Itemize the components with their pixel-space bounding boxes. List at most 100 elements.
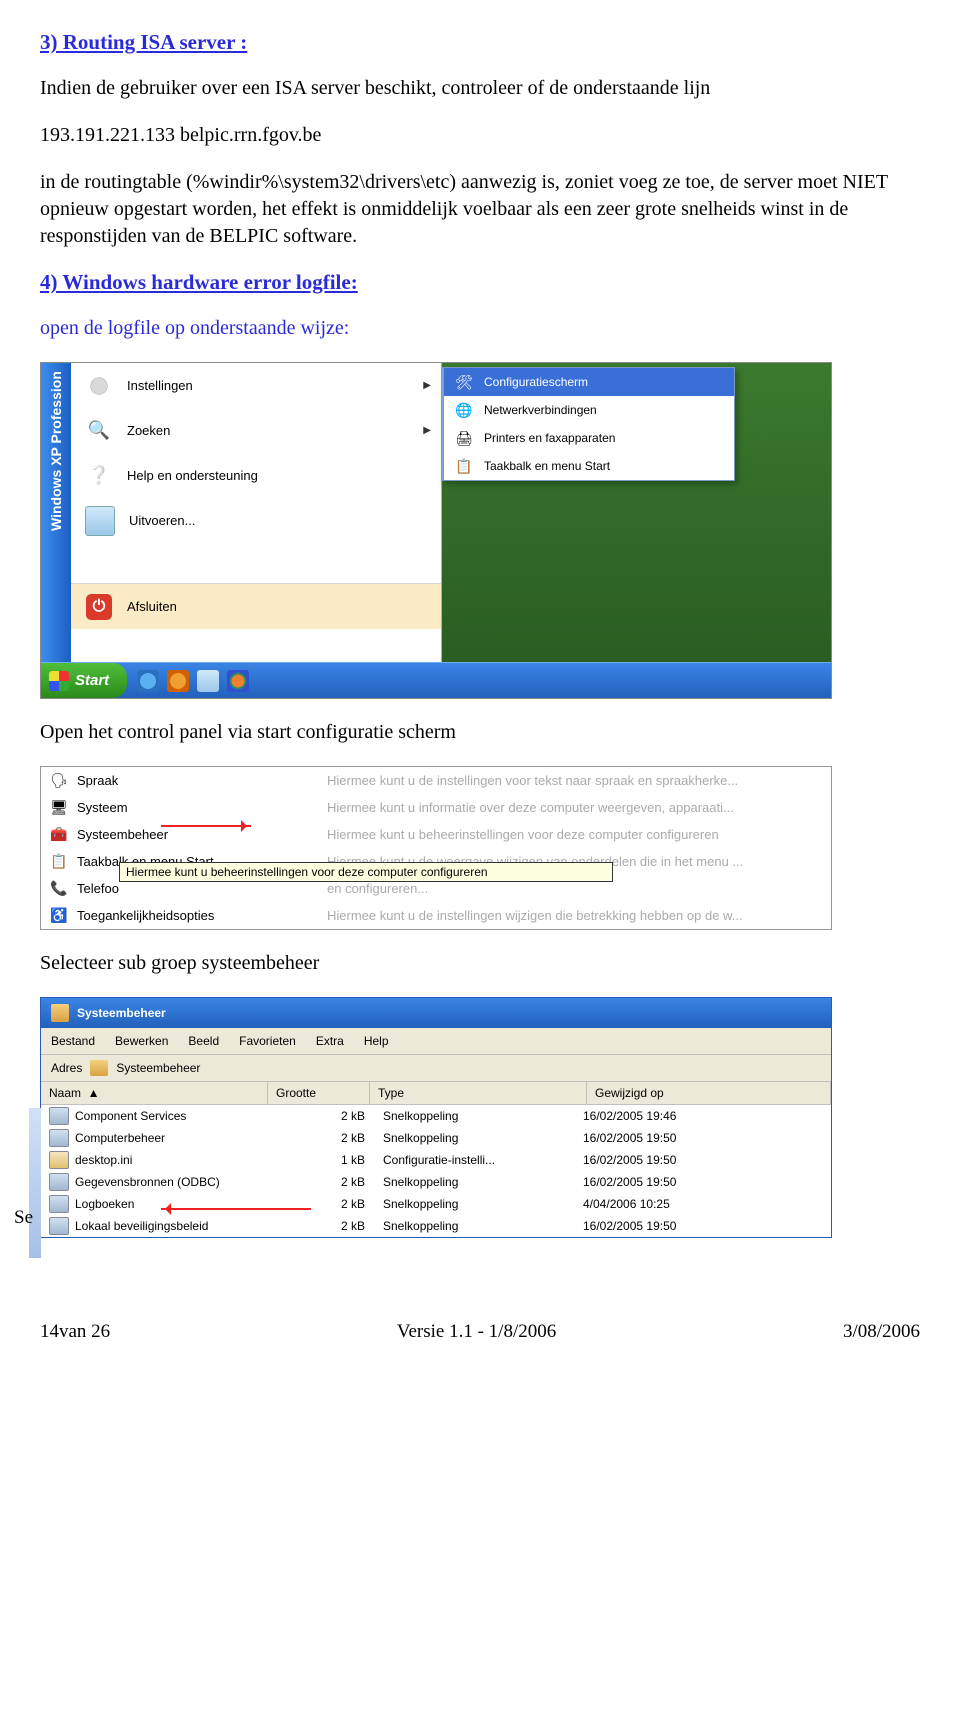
submenu-item[interactable]: 🖨 Printers en faxapparaten [444,424,734,452]
file-size: 2 kB [280,1109,383,1123]
startmenu-item-label: Uitvoeren... [129,513,195,528]
col-date[interactable]: Gewijzigd op [587,1082,831,1104]
start-button-label: Start [75,672,109,689]
address-bar: Adres Systeembeheer [41,1055,831,1082]
menu-item[interactable]: Beeld [188,1034,219,1048]
menu-item[interactable]: Bewerken [115,1034,168,1048]
submenu-item[interactable]: 🛠 Configuratiescherm [444,368,734,396]
start-menu-panel: Instellingen ▶ 🔍 Zoeken ▶ ❔ Help en onde… [71,363,442,663]
help-icon: ❔ [85,462,113,490]
submenu-item[interactable]: 🌐 Netwerkverbindingen [444,396,734,424]
file-type: Configuratie-instelli... [383,1153,583,1167]
col-type[interactable]: Type [370,1082,587,1104]
quick-launch [137,670,249,692]
ie-icon[interactable] [137,670,159,692]
file-name: desktop.ini [75,1153,280,1167]
menu-item[interactable]: Bestand [51,1034,95,1048]
shortcut-icon [49,1129,69,1147]
red-arrow-annotation [161,825,251,827]
file-name: Lokaal beveiligingsbeleid [75,1219,280,1233]
file-size: 2 kB [280,1175,383,1189]
cpl-item-name: Spraak [77,773,327,788]
section4-after1: Open het control panel via start configu… [40,719,920,746]
explorer-screenshot: Systeembeheer Bestand Bewerken Beeld Fav… [40,997,832,1238]
file-type: Snelkoppeling [383,1109,583,1123]
file-row[interactable]: desktop.ini1 kBConfiguratie-instelli...1… [41,1149,831,1171]
section3-heading: 3) Routing ISA server : [40,30,920,55]
startmenu-item-label: Zoeken [127,423,170,438]
menu-item[interactable]: Extra [316,1034,344,1048]
control-panel-screenshot: 🗣 Spraak Hiermee kunt u de instellingen … [40,766,832,930]
printer-icon: 🖨 [454,428,474,448]
file-row[interactable]: Lokaal beveiligingsbeleid2 kBSnelkoppeli… [41,1215,831,1237]
section3-para3: in de routingtable (%windir%\system32\dr… [40,169,920,250]
submenu-item-label: Configuratiescherm [484,375,588,389]
tooltip: Hiermee kunt u beheerinstellingen voor d… [119,862,613,882]
cpl-item-desc: en configureren... [327,881,823,896]
folder-icon [90,1060,108,1076]
system-icon: 🖥 [49,797,69,817]
control-panel-item[interactable]: 🗣 Spraak Hiermee kunt u de instellingen … [41,767,831,794]
control-panel-item[interactable]: ♿ Toegankelijkheidsopties Hiermee kunt u… [41,902,831,929]
col-size[interactable]: Grootte [268,1082,370,1104]
startmenu-item[interactable]: 🔍 Zoeken ▶ [71,408,441,453]
cutoff-text: Se [14,1207,33,1228]
menu-item[interactable]: Favorieten [239,1034,296,1048]
cpl-item-desc: Hiermee kunt u de instellingen voor teks… [327,773,823,788]
cpl-item-name: Telefoo [77,881,327,896]
xp-sidebar-label: Windows XP Profession [41,363,71,663]
file-size: 2 kB [280,1131,383,1145]
window-title: Systeembeheer [77,1006,166,1020]
section4-after2: Selecteer sub groep systeembeheer [40,950,920,977]
windows-flag-icon [49,671,69,691]
cpl-item-desc: Hiermee kunt u informatie over deze comp… [327,800,823,815]
settings-submenu: 🛠 Configuratiescherm 🌐 Netwerkverbinding… [441,367,735,481]
section4-heading: 4) Windows hardware error logfile: [40,270,920,295]
file-row[interactable]: Gegevensbronnen (ODBC)2 kBSnelkoppeling1… [41,1171,831,1193]
control-panel-item[interactable]: 🖥 Systeem Hiermee kunt u informatie over… [41,794,831,821]
startmenu-item[interactable]: ❔ Help en ondersteuning [71,453,441,498]
search-icon: 🔍 [85,417,113,445]
column-headers: Naam ▲ Grootte Type Gewijzigd op [41,1082,831,1105]
startmenu-item[interactable]: Uitvoeren... [71,498,441,543]
page-footer: 14van 26 Versie 1.1 - 1/8/2006 3/08/2006 [40,1321,920,1343]
section3-para2: 193.191.221.133 belpic.rrn.fgov.be [40,122,920,149]
startmenu-item-shutdown[interactable]: ⏻ Afsluiten [71,583,441,629]
file-row[interactable]: Component Services2 kBSnelkoppeling16/02… [41,1105,831,1127]
shortcut-icon [49,1107,69,1125]
shortcut-icon [49,1217,69,1235]
address-value[interactable]: Systeembeheer [116,1061,200,1075]
menu-item[interactable]: Help [364,1034,389,1048]
startmenu-item[interactable]: Instellingen ▶ [71,363,441,408]
control-panel-item[interactable]: 🧰 Systeembeheer Hiermee kunt u beheerins… [41,821,831,848]
settings-icon [85,372,113,400]
version-label: Versie 1.1 - 1/8/2006 [397,1321,556,1343]
submenu-item-label: Taakbalk en menu Start [484,459,610,473]
cpl-item-desc: Hiermee kunt u beheerinstellingen voor d… [327,827,823,842]
accessibility-icon: ♿ [49,905,69,925]
file-type: Snelkoppeling [383,1131,583,1145]
shortcut-icon [49,1195,69,1213]
file-type: Snelkoppeling [383,1219,583,1233]
file-row[interactable]: Computerbeheer2 kBSnelkoppeling16/02/200… [41,1127,831,1149]
cpl-item-desc: Hiermee kunt u de instellingen wijzigen … [327,908,823,923]
window-title-bar: Systeembeheer [41,998,831,1028]
start-button[interactable]: Start [41,663,127,698]
file-name: Component Services [75,1109,280,1123]
ini-icon [49,1151,69,1169]
taskbar: Start [41,662,831,698]
col-label: Naam [49,1086,81,1100]
submenu-item[interactable]: 📋 Taakbalk en menu Start [444,452,734,480]
submenu-item-label: Printers en faxapparaten [484,431,615,445]
file-date: 16/02/2005 19:50 [583,1219,823,1233]
col-name[interactable]: Naam ▲ [41,1082,268,1104]
show-desktop-icon[interactable] [197,670,219,692]
startmenu-item-label: Instellingen [127,378,193,393]
taskbar-icon: 📋 [454,456,474,476]
submenu-arrow-icon: ▶ [423,425,431,436]
firefox-icon[interactable] [167,670,189,692]
media-player-icon[interactable] [227,670,249,692]
file-type: Snelkoppeling [383,1197,583,1211]
page-number: 14van 26 [40,1321,110,1343]
folder-icon [51,1004,69,1022]
